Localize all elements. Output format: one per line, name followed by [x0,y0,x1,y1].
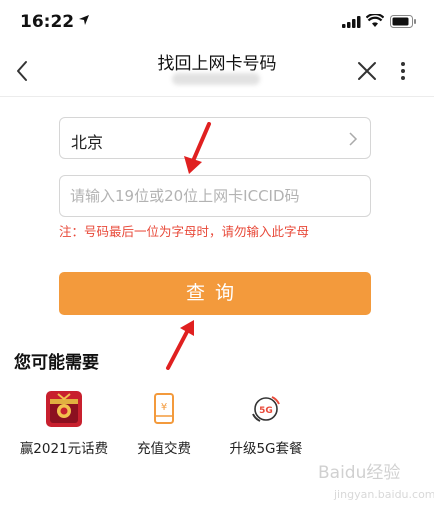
svg-text:5G: 5G [259,406,273,416]
iccid-field [59,175,371,217]
signal-icon [342,16,361,28]
gift-box-icon [46,391,82,427]
service-item-recharge[interactable]: ¥ 充值交费 [114,389,214,459]
wifi-icon [366,14,384,27]
service-item-gift[interactable]: 赢2021元话费 [14,389,114,459]
status-bar: 16:22 [0,0,434,44]
annotation-arrow-down [166,320,194,370]
watermark-text: Baidu经验 [318,463,401,483]
service-label: 升级5G套餐 [229,441,303,457]
blurred-subtitle [172,73,260,85]
iccid-note: 注：号码最后一位为字母时，请勿输入此字母 [59,224,310,239]
nav-bar: 找回上网卡号码 [0,44,434,97]
battery-icon [390,15,416,28]
service-item-5g[interactable]: 5G 升级5G套餐 [216,389,316,459]
5g-icon: 5G [252,396,280,422]
recommend-title: 您可能需要 [14,353,99,373]
iccid-input[interactable] [60,176,370,216]
service-label: 充值交费 [137,441,191,457]
service-label: 赢2021元话费 [19,441,109,457]
watermark-sub: jingyan.baidu.com [334,488,434,501]
watermark: Baidu经验 jingyan.baidu.com [318,458,434,510]
close-icon[interactable] [356,60,378,82]
query-button[interactable]: 查询 [59,272,371,315]
more-vertical-icon[interactable] [396,58,410,84]
location-arrow-icon [79,15,89,25]
recharge-phone-icon: ¥ [154,393,174,424]
annotation-arrow-up [184,122,211,174]
province-value: 北京 [71,133,104,152]
chevron-right-icon [349,132,358,146]
status-time: 16:22 [20,12,75,32]
svg-text:¥: ¥ [161,402,167,413]
